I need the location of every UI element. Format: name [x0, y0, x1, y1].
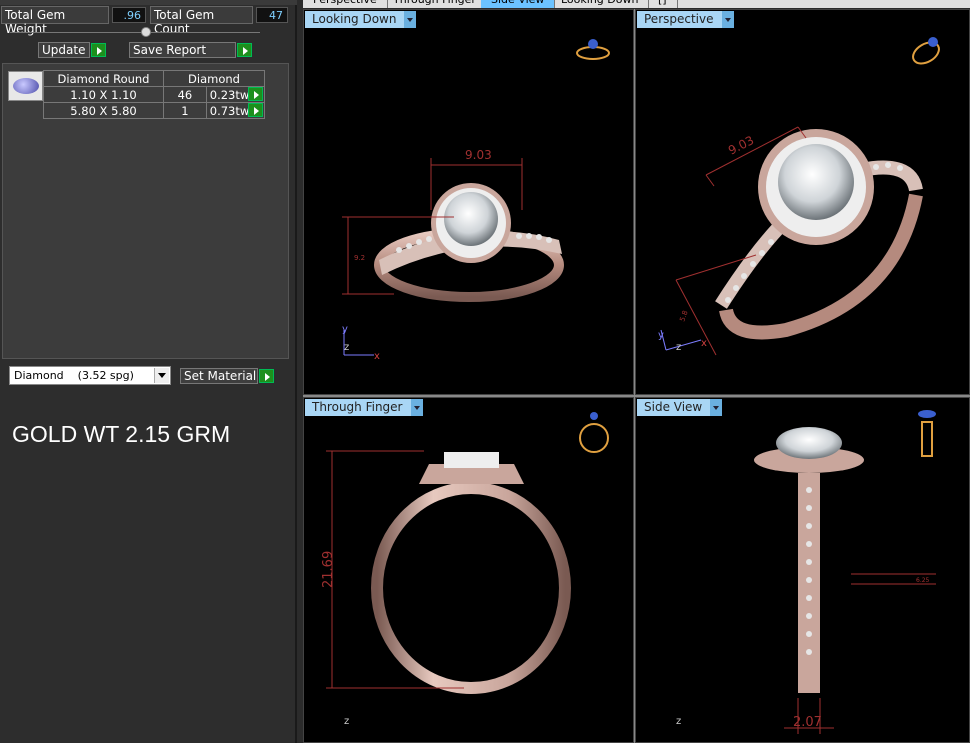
tab-through-finger[interactable]: Through Finger [383, 0, 487, 8]
splitter-line [10, 32, 260, 33]
axis-y-label: y [658, 330, 664, 341]
material-select[interactable]: Diamond (3.52 spg) [9, 366, 171, 385]
gem-count: 46 [163, 86, 207, 103]
ring-thumbnail-icon [576, 39, 610, 60]
gem-panel: Total Gem Weight .96 Total Gem Count 47 … [0, 0, 297, 743]
dimension-label: 2.07 [793, 715, 822, 730]
viewport-header[interactable]: Side View [637, 399, 723, 416]
chevron-down-icon[interactable] [404, 11, 417, 28]
splitter-handle[interactable] [141, 27, 151, 37]
dimension-label: 5.8 [678, 309, 689, 322]
row-action-icon[interactable] [248, 103, 263, 117]
panel-topbar [0, 0, 297, 5]
viewport-title: Side View [644, 400, 703, 414]
viewport-divider[interactable] [303, 395, 970, 397]
ring-thumbnail-icon [912, 37, 940, 65]
gem-count: 1 [163, 102, 207, 119]
app-window: Total Gem Weight .96 Total Gem Count 47 … [0, 0, 970, 743]
viewport-divider[interactable] [634, 9, 635, 743]
gem-size: 1.10 X 1.10 [43, 86, 164, 103]
viewport-header[interactable]: Perspective [637, 11, 734, 28]
gold-weight-note: GOLD WT 2.15 GRM [12, 421, 231, 447]
table-row[interactable]: 1.10 X 1.10 46 0.23tw [43, 86, 266, 103]
tab-perspective[interactable]: Perspective [303, 0, 388, 8]
viewport-title: Looking Down [312, 12, 397, 26]
viewport-through-finger[interactable]: 21.69 z Through Finger [303, 397, 634, 743]
axis-x-label: x [374, 351, 380, 362]
viewport-looking-down[interactable]: 9.03 9.2 y z x Looking Down [303, 9, 634, 395]
gem-table: Diamond Round Diamond 1.10 X 1.10 46 0.2… [43, 70, 266, 119]
row-action-icon[interactable] [248, 87, 263, 101]
ring-render-side-view: 2.07 6.25 z [676, 410, 936, 734]
gem-size: 5.80 X 5.80 [43, 102, 164, 119]
viewport-perspective[interactable]: 9.03 5.8 y z x Perspective [635, 9, 970, 395]
dimension-label: 6.25 [916, 577, 930, 584]
total-gem-weight-label: Total Gem Weight [1, 6, 109, 36]
ring-render-through-finger: 21.69 z [321, 412, 609, 727]
tab-layout[interactable]: [] [648, 0, 678, 8]
update-go-icon[interactable] [91, 43, 106, 57]
axis-z-label: z [344, 342, 349, 353]
chevron-down-icon[interactable] [410, 399, 423, 416]
chevron-down-icon[interactable] [710, 399, 723, 416]
total-gem-count-label: Total Gem Count [150, 6, 253, 36]
dimension-label: 9.03 [465, 148, 492, 162]
tab-side-view[interactable]: Side View [481, 0, 556, 8]
total-gem-weight-value: .96 [112, 7, 146, 23]
tab-looking-down[interactable]: Looking Down [551, 0, 650, 8]
viewport-title: Through Finger [312, 400, 403, 414]
axis-z-label: z [676, 342, 681, 353]
set-material-go-icon[interactable] [259, 369, 274, 383]
gem-table-header: Diamond [163, 70, 265, 87]
axis-z-label: z [344, 716, 349, 727]
viewport-header[interactable]: Through Finger [305, 399, 423, 416]
diamond-thumbnail-icon[interactable] [8, 71, 43, 101]
ring-thumbnail-icon [918, 410, 936, 457]
save-report-go-icon[interactable] [237, 43, 252, 57]
view-tab-strip: Perspective Through Finger Side View Loo… [303, 0, 970, 8]
set-material-button[interactable]: Set Material [180, 368, 258, 384]
axis-z-label: z [676, 716, 681, 727]
ring-render-looking-down: 9.03 9.2 y z x [342, 39, 610, 362]
chevron-down-icon[interactable] [154, 368, 169, 383]
save-report-button[interactable]: Save Report [129, 42, 236, 58]
viewport-side-view[interactable]: 2.07 6.25 z Side View [635, 397, 970, 743]
chevron-down-icon[interactable] [721, 11, 734, 28]
axis-y-label: y [342, 324, 348, 335]
table-row[interactable]: 5.80 X 5.80 1 0.73tw [43, 102, 266, 119]
dimension-label: 21.69 [321, 551, 336, 588]
viewport-title: Perspective [644, 12, 714, 26]
dimension-label: 9.03 [726, 133, 756, 158]
total-gem-count-value: 47 [256, 7, 288, 23]
gem-table-header: Diamond Round [43, 70, 164, 87]
dimension-label: 9.2 [354, 254, 365, 262]
update-button[interactable]: Update [38, 42, 90, 58]
axis-x-label: x [701, 338, 707, 349]
viewport-header[interactable]: Looking Down [305, 11, 417, 28]
gem-list: Diamond Round Diamond 1.10 X 1.10 46 0.2… [2, 63, 289, 359]
ring-render-perspective: 9.03 5.8 y z x [658, 37, 940, 356]
ring-thumbnail-icon [579, 412, 609, 453]
material-select-value: Diamond (3.52 spg) [14, 369, 134, 382]
